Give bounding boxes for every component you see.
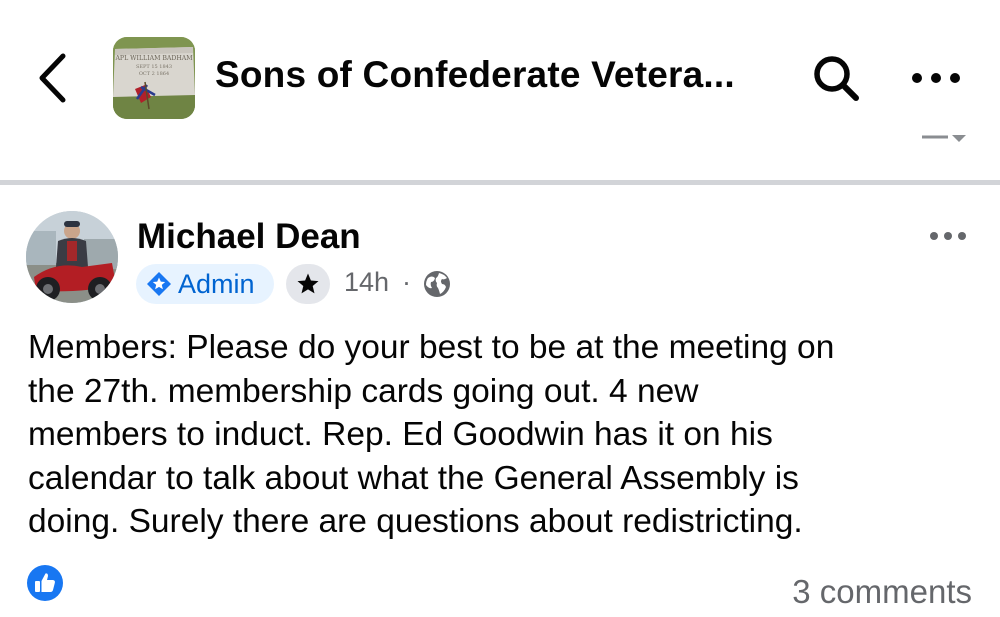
gravestone-image: APL WILLIAM BADHAM SEPT 15 1843 OCT 2 18…: [113, 37, 195, 119]
search-button[interactable]: [808, 50, 864, 106]
inscription-line-1: APL WILLIAM BADHAM: [114, 55, 193, 62]
inscription-line-2: SEPT 15 1843: [136, 64, 172, 70]
scroll-handle: [920, 128, 970, 148]
search-icon: [814, 56, 859, 101]
star-badge[interactable]: [286, 264, 330, 304]
post-line: Members: Please do your best to be at th…: [28, 329, 835, 366]
group-header: APL WILLIAM BADHAM SEPT 15 1843 OCT 2 18…: [0, 0, 1000, 150]
author-name[interactable]: Michael Dean: [137, 217, 361, 257]
comments-link[interactable]: 3 comments: [792, 573, 972, 611]
like-reaction-graphic: [27, 565, 63, 601]
group-thumbnail[interactable]: APL WILLIAM BADHAM SEPT 15 1843 OCT 2 18…: [113, 37, 195, 119]
post-timestamp[interactable]: 14h: [344, 267, 389, 298]
shield-star-icon: [147, 272, 171, 296]
avatar[interactable]: [26, 211, 118, 303]
inscription-line-3: OCT 2 1864: [139, 71, 169, 77]
meta-separator: ·: [402, 267, 411, 297]
globe-icon[interactable]: [422, 269, 452, 299]
post-line: doing. Surely there are questions about …: [28, 503, 803, 540]
like-icon[interactable]: [27, 565, 63, 601]
star-icon: [297, 273, 319, 294]
profile-photo: [26, 211, 118, 303]
admin-label: Admin: [178, 268, 255, 299]
post-options-button[interactable]: [924, 222, 972, 250]
more-horizontal-icon: [912, 73, 960, 83]
post-line: calendar to talk about what the General …: [28, 459, 799, 497]
globe-graphic: [424, 271, 450, 297]
more-horizontal-icon: [930, 232, 966, 240]
admin-badge[interactable]: Admin: [136, 264, 274, 304]
section-divider: [0, 180, 1000, 185]
post-body: Members: Please do your best to be at th…: [28, 326, 978, 544]
more-options-button[interactable]: [908, 60, 964, 96]
post-line: members to induct. Rep. Ed Goodwin has i…: [28, 416, 773, 453]
chevron-left-icon: [39, 53, 66, 103]
back-button[interactable]: [30, 50, 80, 106]
group-title[interactable]: Sons of Confederate Vetera...: [215, 54, 735, 96]
post-line: the 27th. membership cards going out. 4 …: [28, 372, 699, 410]
